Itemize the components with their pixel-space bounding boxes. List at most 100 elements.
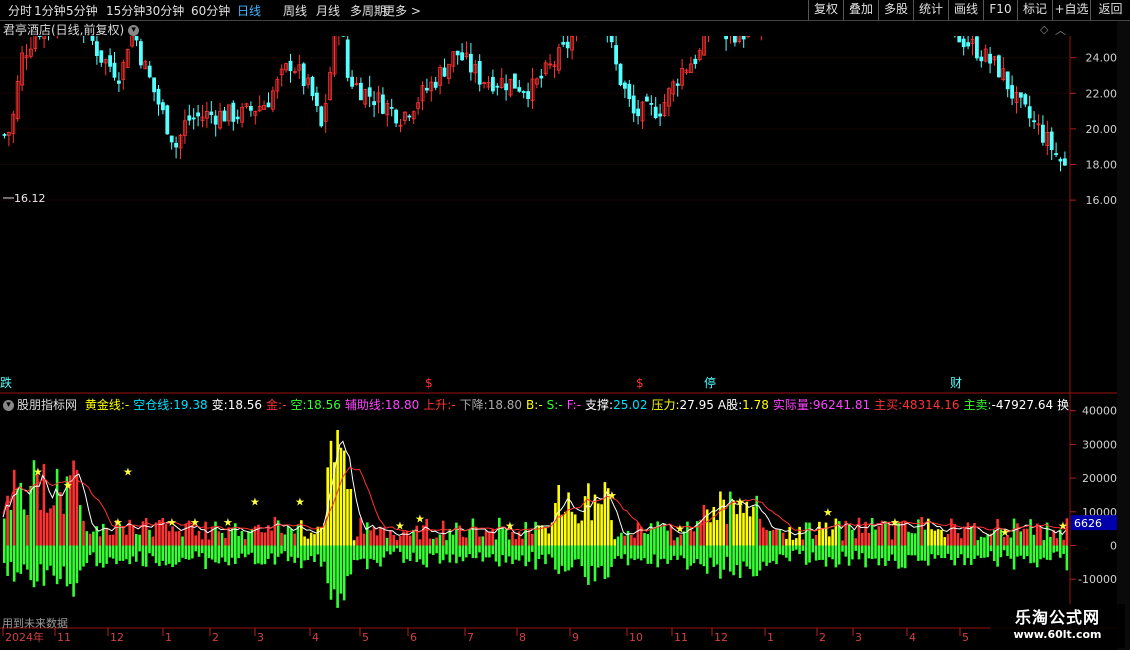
candle-body xyxy=(988,53,992,64)
indicator-bar-negative xyxy=(600,545,603,566)
indicator-bar-negative xyxy=(144,545,148,567)
candle-body xyxy=(623,82,627,89)
indicator-bar-positive xyxy=(59,492,62,546)
indicator-bar-negative xyxy=(75,545,79,584)
indicator-bar-negative xyxy=(276,545,280,557)
indicator-bar-negative xyxy=(293,545,296,563)
toolbar-button-7[interactable]: +自选 xyxy=(1052,0,1090,20)
indicator-bar-positive xyxy=(494,539,498,546)
indicator-bar-positive xyxy=(306,538,310,546)
indicator-bar-negative xyxy=(583,545,587,577)
toolbar-button-6[interactable]: 标记 xyxy=(1017,0,1052,20)
indicator-bar-negative xyxy=(788,545,791,562)
indicator-bar-positive xyxy=(672,540,676,546)
indicator-bar-negative xyxy=(108,545,112,558)
indicator-bar-positive xyxy=(1022,528,1026,546)
indicator-bar-positive xyxy=(474,527,478,546)
indicator-bar-positive xyxy=(174,531,178,546)
period-tab-7[interactable]: 周线 xyxy=(283,2,307,19)
indicator-bar-positive xyxy=(831,529,834,546)
indicator-bar-positive xyxy=(102,523,105,546)
indicator-bar-negative xyxy=(194,545,197,552)
indicator-field-label: F: xyxy=(566,398,577,412)
indicator-bar-positive xyxy=(821,528,824,546)
indicator-bar-negative xyxy=(445,545,448,555)
indicator-bar-negative xyxy=(494,545,498,562)
period-tab-1[interactable]: 1分钟 xyxy=(34,2,66,19)
indicator-bar-negative xyxy=(49,545,52,566)
indicator-bar-positive xyxy=(963,526,966,546)
buy-star-icon: ★ xyxy=(33,465,43,478)
indicator-bar-positive xyxy=(498,517,501,546)
chevron-down-icon[interactable]: ▾ xyxy=(128,25,140,36)
period-tab-8[interactable]: 月线 xyxy=(316,2,340,19)
indicator-bar-negative xyxy=(1039,545,1042,560)
indicator-bar-positive xyxy=(471,518,475,546)
chevron-down-icon[interactable]: ▾ xyxy=(3,400,14,411)
indicator-bar-negative xyxy=(342,545,346,601)
diamond-icon[interactable]: ◇ xyxy=(1040,23,1048,36)
indicator-bar-positive xyxy=(507,539,511,546)
indicator-bar-positive xyxy=(633,537,636,546)
indicator-bar-negative xyxy=(606,545,610,578)
period-tab-6[interactable]: 日线 xyxy=(237,2,261,19)
indicator-bar-negative xyxy=(191,545,194,559)
chart-area: 34.0032.0030.0028.0026.0024.0022.0020.00… xyxy=(0,36,1118,644)
indicator-bar-negative xyxy=(36,545,39,582)
indicator-bar-positive xyxy=(910,533,914,546)
indicator-bar-positive xyxy=(524,522,527,546)
indicator-bar-negative xyxy=(719,545,722,579)
indicator-bar-negative xyxy=(851,545,854,560)
buy-star-icon: ★ xyxy=(890,516,900,529)
indicator-bar-negative xyxy=(527,545,531,562)
toolbar-button-1[interactable]: 叠加 xyxy=(843,0,878,20)
time-tick-label: 3 xyxy=(855,631,862,644)
indicator-bar-positive xyxy=(135,534,138,546)
indicator-bar-negative xyxy=(19,545,23,574)
indicator-bar-negative xyxy=(854,545,857,551)
indicator-bar-positive xyxy=(111,534,115,546)
toolbar-button-0[interactable]: 复权 xyxy=(808,0,843,20)
indicator-bar-negative xyxy=(765,545,768,566)
toolbar-button-5[interactable]: F10 xyxy=(983,0,1017,20)
indicator-bar-negative xyxy=(405,545,409,560)
price-tick-label: 18.00 xyxy=(1086,159,1118,172)
indicator-bar-negative xyxy=(874,545,877,559)
indicator-bar-positive xyxy=(890,539,894,546)
indicator-bar-positive xyxy=(204,521,207,546)
indicator-bar-negative xyxy=(887,545,890,561)
indicator-bar-negative xyxy=(709,545,712,558)
indicator-bar-positive xyxy=(154,522,158,546)
indicator-bar-negative xyxy=(884,545,887,566)
period-tab-3[interactable]: 15分钟 xyxy=(106,2,145,19)
indicator-bar-negative xyxy=(620,545,623,559)
toolbar-button-4[interactable]: 画线 xyxy=(948,0,983,20)
toolbar-button-8[interactable]: 返回 xyxy=(1090,0,1130,20)
right-scroll-strip[interactable] xyxy=(1117,21,1130,650)
indicator-bar-negative xyxy=(9,545,13,562)
period-tab-10[interactable]: 更多 > xyxy=(383,2,421,19)
period-tab-4[interactable]: 30分钟 xyxy=(145,2,184,19)
period-tab-0[interactable]: 分时 xyxy=(8,2,32,19)
indicator-bar-positive xyxy=(372,526,376,546)
indicator-field-label: S: xyxy=(546,398,559,412)
volume-tick-label: 40000 xyxy=(1082,405,1117,418)
toolbar-button-3[interactable]: 统计 xyxy=(913,0,948,20)
period-tab-2[interactable]: 5分钟 xyxy=(66,2,98,19)
indicator-bar-negative xyxy=(98,545,102,564)
indicator-bar-negative xyxy=(603,545,607,580)
indicator-bar-negative xyxy=(913,545,917,556)
indicator-bar-positive xyxy=(240,530,244,546)
period-tab-9[interactable]: 多周期 xyxy=(350,2,386,19)
indicator-bar-positive xyxy=(39,509,42,546)
indicator-bar-negative xyxy=(1032,545,1036,563)
indicator-bar-negative xyxy=(993,545,996,561)
toolbar-button-2[interactable]: 多股 xyxy=(878,0,913,20)
indicator-bar-positive xyxy=(98,536,102,546)
indicator-bar-negative xyxy=(220,545,224,558)
indicator-field-label: 下降: xyxy=(459,398,488,412)
candle-body xyxy=(108,55,112,67)
indicator-bar-negative xyxy=(369,545,372,559)
indicator-bar-positive xyxy=(986,534,989,546)
period-tab-5[interactable]: 60分钟 xyxy=(191,2,230,19)
